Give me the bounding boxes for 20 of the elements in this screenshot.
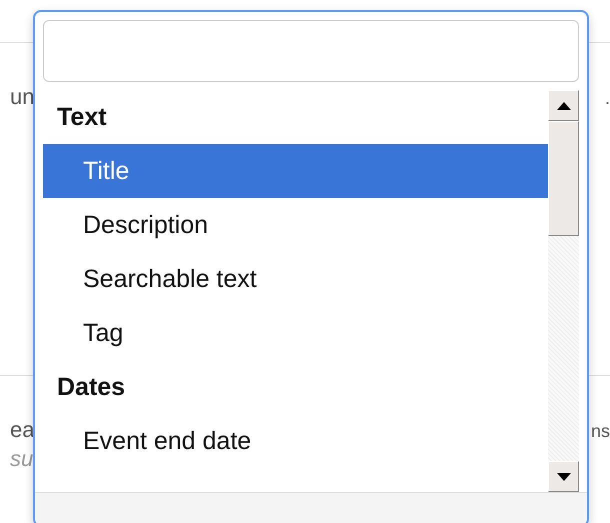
background-text: su: [10, 446, 34, 471]
scroll-up-button[interactable]: [548, 90, 579, 121]
group-label: Text: [56, 102, 108, 132]
dropdown-option[interactable]: Searchable text: [43, 252, 548, 306]
dropdown-option[interactable]: Tag: [43, 306, 548, 360]
background-text: un: [10, 83, 34, 111]
background-text: .: [604, 87, 610, 110]
background-text: ns: [590, 420, 610, 443]
triangle-up-icon: [556, 102, 570, 110]
group-label: Dates: [56, 372, 126, 402]
select-field[interactable]: [35, 492, 587, 523]
dropdown-option[interactable]: Title: [43, 144, 548, 198]
background-text: ea: [10, 416, 34, 444]
scroll-thumb[interactable]: [548, 121, 579, 236]
triangle-down-icon: [556, 472, 570, 480]
search-field[interactable]: [43, 20, 579, 82]
scrollbar[interactable]: [548, 90, 579, 492]
scroll-down-button[interactable]: [548, 461, 579, 492]
dropdown-option[interactable]: Description: [43, 198, 548, 252]
dropdown-option[interactable]: Event end date: [43, 414, 548, 468]
